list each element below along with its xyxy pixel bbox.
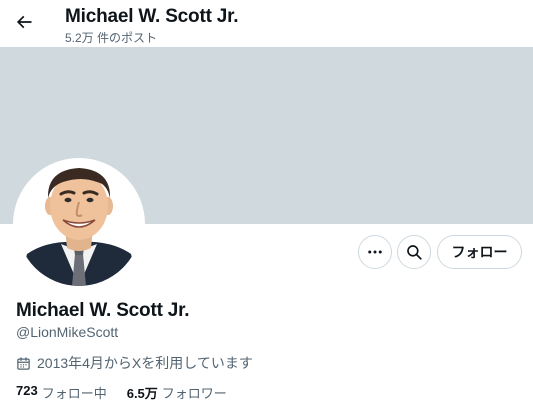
following-link[interactable]: 723 フォロー中 [16, 383, 107, 402]
profile-name: Michael W. Scott Jr. [16, 300, 190, 321]
following-count: 723 [16, 383, 38, 398]
arrow-left-icon [16, 15, 32, 29]
joined-date: 2013年4月からXを利用しています [16, 353, 253, 373]
avatar[interactable] [13, 158, 145, 290]
followers-count: 6.5万 [126, 386, 158, 401]
back-button[interactable] [8, 6, 40, 38]
follow-button[interactable]: フォロー [437, 235, 522, 269]
followers-label: フォロワー [161, 386, 227, 401]
following-label: フォロー中 [41, 386, 107, 401]
search-icon [407, 245, 422, 260]
calendar-icon [17, 356, 30, 370]
followers-link[interactable]: 6.5万 フォロワー [127, 383, 227, 402]
follow-stats: 723 フォロー中 6.5万 フォロワー [16, 383, 227, 402]
profile-handle: @LionMikeScott [16, 324, 119, 340]
post-count: 5.2万 件のポスト [65, 31, 158, 45]
joined-text: 2013年4月からXを利用しています [37, 355, 253, 371]
header-title: Michael W. Scott Jr. [65, 6, 239, 27]
search-button[interactable] [397, 235, 431, 269]
more-button[interactable] [358, 235, 392, 269]
more-icon [368, 250, 382, 254]
profile-header: Michael W. Scott Jr. 5.2万 件のポスト [0, 0, 533, 46]
avatar-image [17, 162, 141, 286]
